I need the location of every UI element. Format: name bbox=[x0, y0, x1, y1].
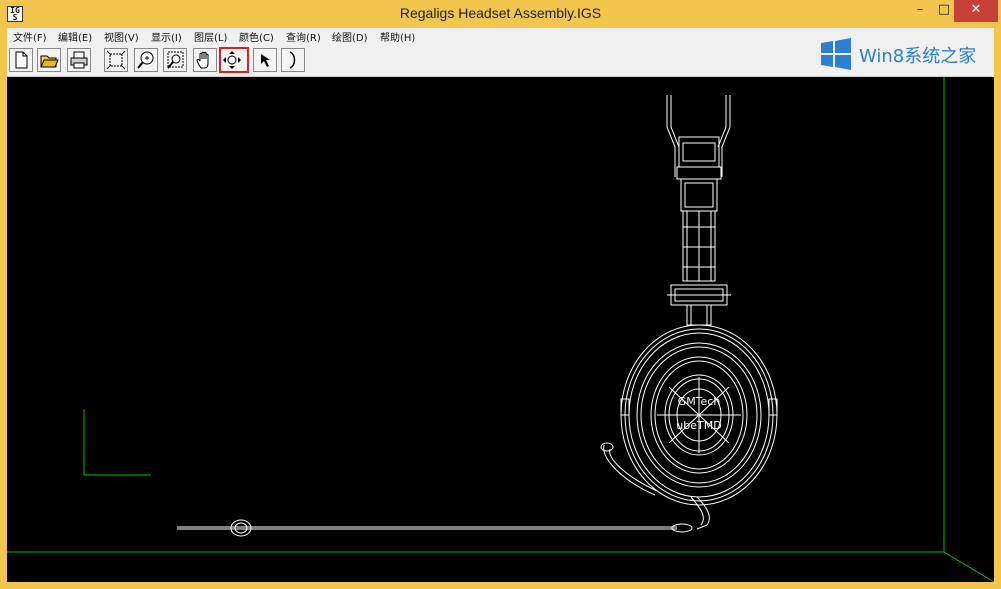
zoom-window-icon bbox=[167, 51, 184, 69]
pan-button[interactable] bbox=[193, 48, 217, 72]
menu-edit[interactable]: 编辑(E) bbox=[58, 29, 92, 44]
minimize-button[interactable]: – bbox=[906, 0, 934, 22]
model-label-brand: GMTech bbox=[678, 395, 721, 408]
axis-indicator bbox=[83, 409, 151, 476]
window-title: Regaligs Headset Assembly.IGS bbox=[399, 5, 602, 21]
menu-file[interactable]: 文件(F) bbox=[13, 29, 47, 44]
model-label-model: ubeTMD bbox=[676, 419, 721, 432]
app-window: IG S Regaligs Headset Assembly.IGS – □ ✕… bbox=[0, 0, 1001, 589]
pan-hand-icon bbox=[196, 51, 209, 69]
new-document-icon bbox=[15, 51, 28, 69]
arc-icon bbox=[289, 51, 296, 69]
open-folder-icon bbox=[40, 55, 59, 68]
zoom-window-button[interactable] bbox=[163, 48, 187, 72]
zoom-button[interactable] bbox=[134, 48, 158, 72]
print-button[interactable] bbox=[67, 48, 91, 72]
zoom-extents-button[interactable] bbox=[104, 48, 128, 72]
menu-color[interactable]: 颜色(C) bbox=[239, 29, 274, 44]
rotate-button[interactable] bbox=[219, 47, 249, 73]
windows-logo-icon bbox=[821, 38, 851, 70]
menu-help[interactable]: 帮助(H) bbox=[380, 29, 415, 44]
watermark-logo: Win8系统之家 bbox=[819, 37, 989, 71]
maximize-button[interactable]: □ bbox=[934, 0, 954, 22]
select-button[interactable] bbox=[253, 48, 277, 72]
menu-view[interactable]: 视图(V) bbox=[104, 29, 139, 44]
menu-query[interactable]: 查询(R) bbox=[286, 29, 321, 44]
zoom-icon bbox=[137, 51, 154, 69]
arc-button[interactable] bbox=[281, 48, 305, 72]
close-button[interactable]: ✕ bbox=[954, 0, 998, 22]
zoom-extents-icon bbox=[106, 50, 126, 70]
viewport-svg: GMTech ubeTMD bbox=[7, 77, 994, 582]
open-button[interactable] bbox=[37, 48, 61, 72]
menu-draw[interactable]: 绘图(D) bbox=[332, 29, 368, 44]
menu-layer[interactable]: 图层(L) bbox=[194, 29, 227, 44]
headset-wireframe-model bbox=[177, 95, 778, 537]
menu-display[interactable]: 显示(I) bbox=[151, 29, 182, 44]
drawing-viewport[interactable]: GMTech ubeTMD bbox=[7, 77, 994, 582]
select-arrow-icon bbox=[261, 54, 270, 67]
title-bar[interactable]: IG S Regaligs Headset Assembly.IGS – □ ✕ bbox=[0, 0, 1001, 28]
new-button[interactable] bbox=[9, 48, 33, 72]
print-icon bbox=[70, 51, 88, 69]
bounding-box-lines bbox=[7, 77, 994, 582]
watermark-text: Win8系统之家 bbox=[859, 46, 977, 67]
rotate-icon bbox=[223, 51, 241, 69]
